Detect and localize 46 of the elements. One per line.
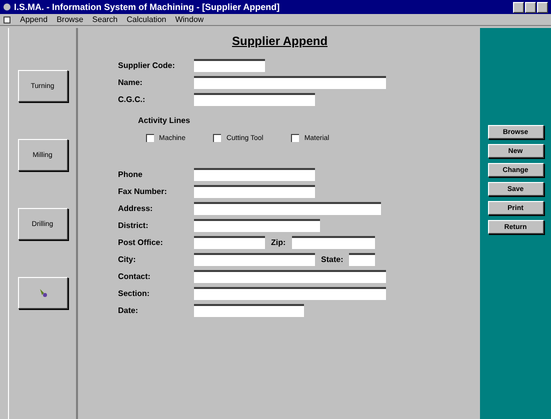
field-label: Zip: bbox=[271, 238, 286, 247]
section-label: Activity Lines bbox=[138, 116, 192, 125]
input-field[interactable] bbox=[349, 253, 376, 266]
field-label: Supplier Code: bbox=[118, 61, 176, 70]
input-field[interactable] bbox=[194, 76, 386, 89]
input-field[interactable] bbox=[194, 219, 320, 232]
menu-item[interactable]: Search bbox=[92, 15, 118, 24]
field-label: Phone bbox=[118, 170, 144, 179]
tool-icon bbox=[38, 288, 48, 298]
input-field[interactable] bbox=[194, 168, 315, 181]
menu-item[interactable]: Append bbox=[20, 15, 48, 24]
field-label: Address: bbox=[118, 204, 154, 213]
field-label: District: bbox=[118, 221, 150, 230]
input-field[interactable] bbox=[292, 236, 375, 249]
input-field[interactable] bbox=[194, 304, 304, 317]
tool-button[interactable] bbox=[18, 277, 68, 309]
field-label: Name: bbox=[118, 78, 144, 87]
field-label: C.G.C.: bbox=[118, 95, 146, 104]
checkbox-box[interactable] bbox=[291, 134, 300, 142]
field-label: Date: bbox=[118, 306, 140, 315]
input-field[interactable] bbox=[194, 287, 386, 300]
field-label: Post Office: bbox=[118, 238, 164, 247]
input-field[interactable] bbox=[194, 270, 386, 283]
field-label: Contact: bbox=[118, 272, 152, 281]
app-icon bbox=[3, 3, 11, 11]
input-field[interactable] bbox=[194, 185, 315, 198]
input-field[interactable] bbox=[194, 236, 265, 249]
field-label: State: bbox=[321, 255, 344, 264]
menu-item[interactable]: Browse bbox=[56, 15, 84, 24]
input-field[interactable] bbox=[194, 93, 315, 106]
checkbox-box[interactable] bbox=[213, 134, 222, 142]
document-icon bbox=[3, 16, 11, 24]
field-label: City: bbox=[118, 255, 137, 264]
form-title: Supplier Append bbox=[231, 34, 329, 48]
checkbox-box[interactable] bbox=[146, 134, 154, 142]
maximize-button[interactable] bbox=[525, 2, 536, 12]
window-title: I.S.MA. - Information System of Machining - [Supplier Append] bbox=[14, 2, 281, 12]
input-field[interactable] bbox=[194, 202, 381, 215]
minimize-button[interactable] bbox=[513, 2, 524, 12]
input-field[interactable] bbox=[194, 253, 315, 266]
field-label: Section: bbox=[118, 289, 151, 298]
menu-item[interactable]: Calculation bbox=[126, 15, 166, 24]
input-field[interactable] bbox=[194, 59, 265, 72]
close-button[interactable] bbox=[537, 2, 548, 12]
menu-item[interactable]: Window bbox=[175, 15, 204, 24]
field-label: Fax Number: bbox=[118, 187, 168, 196]
